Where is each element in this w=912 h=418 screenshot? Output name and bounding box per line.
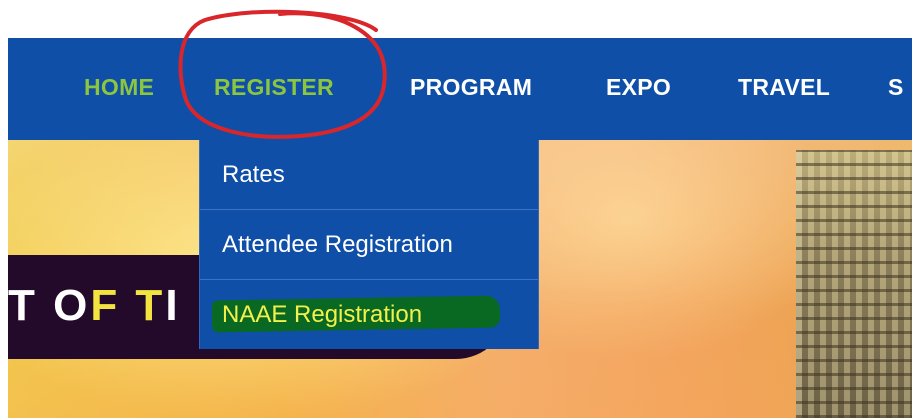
dropdown-item-rates-label: Rates (222, 161, 285, 188)
banner-title: T OF TI (8, 281, 181, 331)
dropdown-item-naae-registration[interactable]: NAAE Registration (200, 280, 538, 349)
dropdown-item-rates[interactable]: Rates (200, 140, 538, 210)
register-dropdown-menu: Rates Attendee Registration NAAE Registr… (199, 140, 539, 349)
page: T OF TI HOME REGISTER PROGRAM EXPO TRAVE… (0, 0, 912, 418)
dropdown-item-attendee-registration[interactable]: Attendee Registration (200, 210, 538, 280)
dropdown-item-attendee-registration-label: Attendee Registration (222, 231, 453, 258)
banner-title-yellow: F T (90, 281, 166, 330)
nav-item-truncated[interactable]: S (888, 74, 904, 101)
nav-item-program[interactable]: PROGRAM (410, 74, 532, 101)
skyscraper-windows (796, 150, 912, 418)
banner-title-tail: I (165, 281, 181, 330)
banner-title-white: T O (8, 281, 91, 330)
nav-item-register[interactable]: REGISTER (214, 74, 334, 101)
nav-item-travel[interactable]: TRAVEL (738, 74, 830, 101)
main-navbar: HOME REGISTER PROGRAM EXPO TRAVEL S (8, 38, 912, 140)
dropdown-item-naae-registration-label: NAAE Registration (222, 301, 423, 328)
nav-item-home[interactable]: HOME (84, 74, 154, 101)
nav-item-expo[interactable]: EXPO (606, 74, 671, 101)
skyscraper-image (796, 150, 912, 418)
